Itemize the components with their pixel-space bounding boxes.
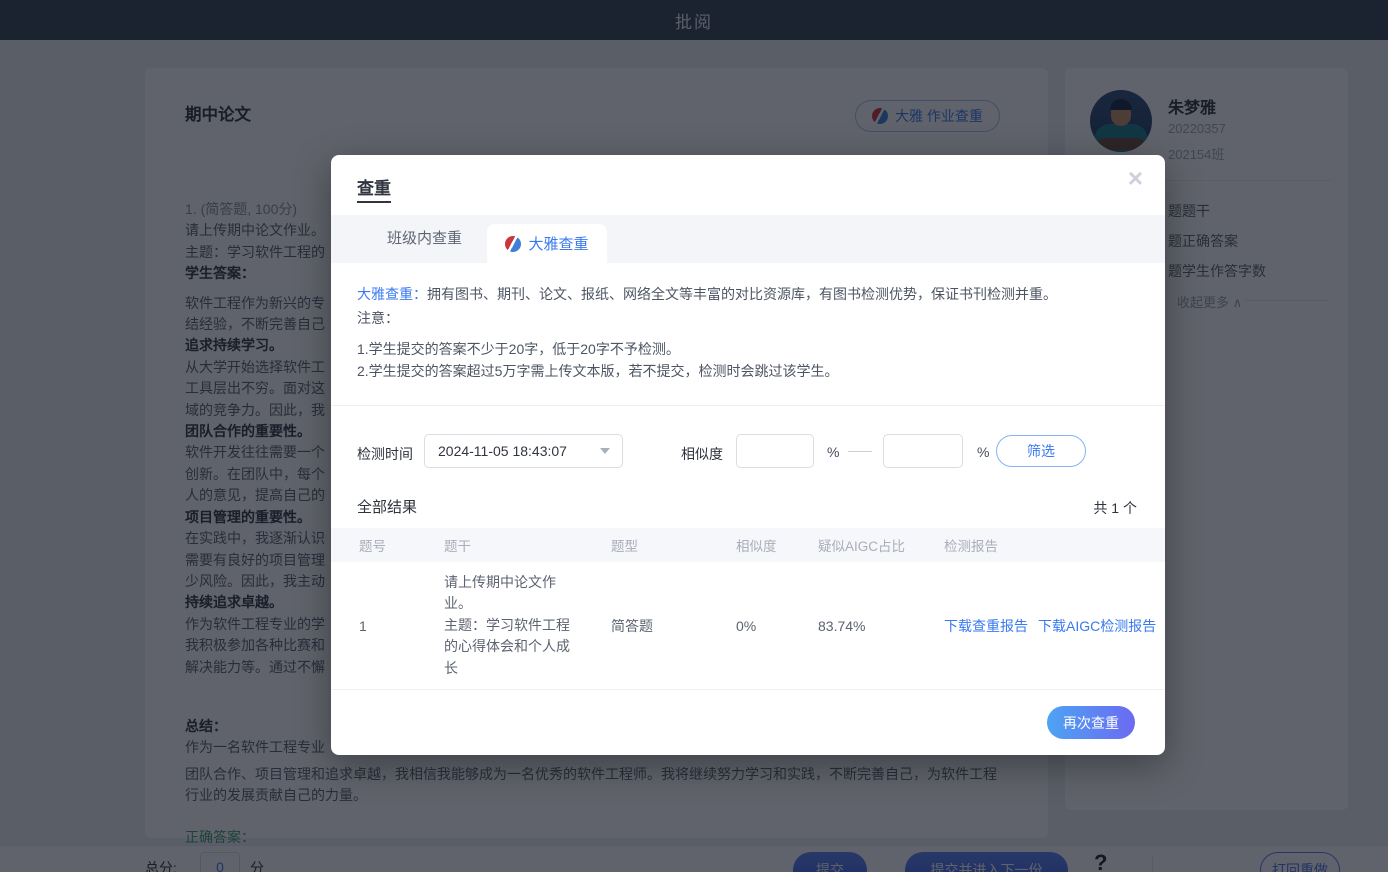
percent-sign: %	[977, 444, 990, 460]
similarity-min-input[interactable]	[736, 434, 814, 468]
daya-intro-text: 拥有图书、期刊、论文、报纸、网络全文等丰富的对比资源库，有图书检测优势，保证书刊…	[427, 286, 1057, 302]
results-count: 共 1 个	[1093, 500, 1137, 516]
cell-qno: 1	[359, 617, 367, 634]
results-table-header: 题号 题干 题型 相似度 疑似AIGC占比 检测报告	[331, 528, 1165, 562]
percent-sign: %	[827, 444, 840, 460]
tab-daya-check[interactable]: 大雅查重	[487, 224, 607, 263]
col-header-qtype: 题型	[611, 539, 638, 554]
cell-report: 下载查重报告 下载AIGC检测报告	[944, 616, 1165, 636]
table-row: 1 请上传期中论文作业。 主题：学习软件工程的心得体会和个人成长 简答题 0% …	[331, 562, 1165, 690]
filter-button[interactable]: 筛选	[996, 435, 1086, 467]
divider	[331, 405, 1165, 406]
recheck-button[interactable]: 再次查重	[1047, 706, 1135, 739]
check-notes: 1.学生提交的答案不少于20字，低于20字不予检测。 2.学生提交的答案超过5万…	[357, 339, 838, 382]
cell-similarity: 0%	[736, 617, 757, 634]
screen: 批阅 期中论文 大雅 作业查重 1. (简答题, 100分) 请上传期中论文作业…	[0, 0, 1388, 872]
daya-intro: 大雅查重：拥有图书、期刊、论文、报纸、网络全文等丰富的对比资源库，有图书检测优势…	[357, 282, 1139, 330]
cell-aigc: 83.74%	[818, 617, 866, 634]
note-label: 注意：	[357, 310, 399, 326]
tab-daya-check-label: 大雅查重	[528, 236, 589, 253]
download-check-report-link[interactable]: 下载查重报告	[944, 616, 1028, 636]
col-header-stem: 题干	[444, 539, 471, 554]
check-time-label: 检测时间	[357, 446, 413, 462]
all-results-label: 全部结果	[357, 499, 418, 516]
similarity-label: 相似度	[681, 446, 723, 462]
col-header-similarity: 相似度	[736, 539, 777, 554]
col-header-aigc: 疑似AIGC占比	[818, 539, 906, 554]
chevron-down-icon	[600, 448, 610, 454]
download-aigc-report-link[interactable]: 下载AIGC检测报告	[1038, 616, 1156, 636]
cell-stem: 请上传期中论文作业。 主题：学习软件工程的心得体会和个人成长	[444, 573, 570, 676]
modal-title: 查重	[357, 179, 391, 198]
similarity-max-input[interactable]	[883, 434, 963, 468]
daya-logo-icon	[505, 235, 522, 252]
check-tabbar: 班级内查重 大雅查重	[331, 215, 1165, 263]
note-line: 1.学生提交的答案不少于20字，低于20字不予检测。	[357, 341, 680, 357]
plagiarism-check-modal: 查重 × 班级内查重 大雅查重 大雅查重：拥有图书、期刊、论文、报纸、网络全文等…	[331, 155, 1165, 755]
col-header-report: 检测报告	[944, 539, 998, 554]
daya-intro-lead: 大雅查重：	[357, 286, 427, 302]
check-time-value: 2024-11-05 18:43:07	[438, 443, 567, 459]
range-dash	[848, 451, 872, 452]
close-icon[interactable]: ×	[1128, 165, 1143, 191]
cell-qtype: 简答题	[611, 617, 653, 634]
tab-class-check[interactable]: 班级内查重	[387, 215, 462, 263]
col-header-qno: 题号	[359, 539, 386, 554]
check-time-select[interactable]: 2024-11-05 18:43:07	[424, 434, 623, 468]
note-line: 2.学生提交的答案超过5万字需上传文本版，若不提交，检测时会跳过该学生。	[357, 362, 839, 379]
